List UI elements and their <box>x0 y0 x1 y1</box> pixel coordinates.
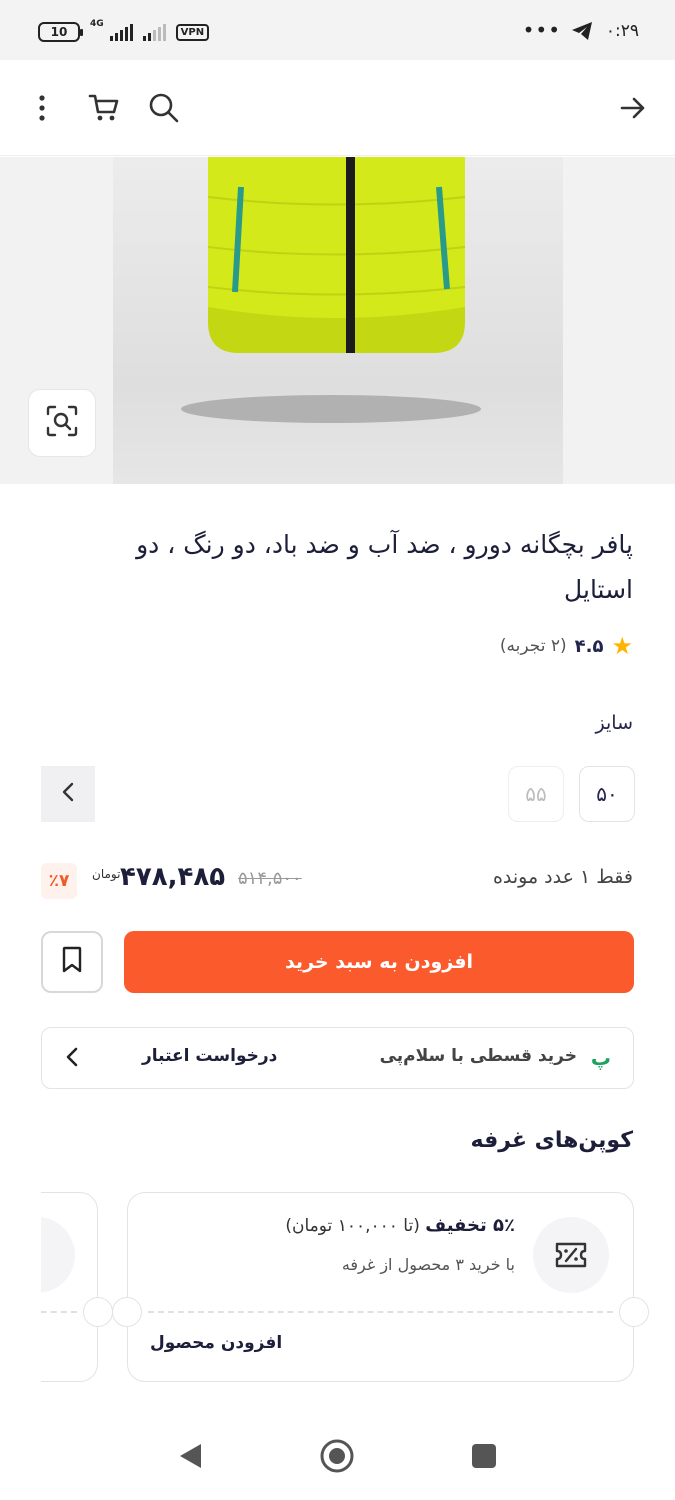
product-title: پافر بچگانه دورو ، ضد آب و ضد باد، دو رن… <box>136 530 633 604</box>
coupon-limit: (تا ۱۰۰,۰۰۰ تومان) <box>285 1216 420 1236</box>
coupon-notch-left <box>112 1297 142 1327</box>
coupons-section-title: کوپن‌های غرفه <box>470 1128 633 1153</box>
search-icon[interactable] <box>146 90 182 126</box>
coupon-card[interactable]: ۵٪ تخفیف (تا ۱۰۰,۰۰۰ تومان) با خرید ۳ مح… <box>112 1192 649 1387</box>
nav-recents-button[interactable] <box>466 1438 502 1474</box>
more-vertical-icon[interactable] <box>24 90 60 126</box>
status-bar: 10 4G VPN ••• ۰:۲۹ <box>0 0 675 60</box>
coupon-notch-right <box>619 1297 649 1327</box>
signal-icon <box>109 23 133 41</box>
chevron-left-icon <box>66 1046 78 1072</box>
back-arrow-icon[interactable] <box>615 90 651 126</box>
bookmark-icon <box>61 946 83 978</box>
old-price: ۵۱۴,۵۰۰ <box>238 868 302 889</box>
nav-back-button[interactable] <box>172 1438 208 1474</box>
carousel-edge <box>0 1180 41 1400</box>
cart-icon[interactable] <box>86 90 122 126</box>
currency-label: تومان <box>92 867 121 881</box>
status-left-icons: 10 4G VPN <box>38 19 210 42</box>
installment-credit-row[interactable]: پ خرید قسطی با سلام‌پی درخواست اعتبار <box>41 1027 634 1089</box>
salampay-logo-icon: پ <box>590 1046 611 1070</box>
coupon-notch <box>83 1297 113 1327</box>
visual-search-button[interactable] <box>28 389 96 457</box>
network-type: 4G <box>90 19 104 29</box>
bookmark-button[interactable] <box>41 931 103 993</box>
star-icon: ★ <box>611 632 633 660</box>
discount-ticket-icon <box>533 1217 609 1293</box>
stock-text: فقط ۱ عدد مونده <box>492 866 633 888</box>
rating-row[interactable]: ★ ۴.۵ (۲ تجربه) <box>500 632 633 660</box>
product-image-gallery[interactable] <box>0 157 675 484</box>
coupon-divider <box>148 1311 613 1313</box>
sizes-scroll-button[interactable] <box>41 766 95 822</box>
credit-request-link[interactable]: درخواست اعتبار <box>142 1046 277 1066</box>
notification-dots: ••• <box>522 18 561 42</box>
rating-value: ۴.۵ <box>574 635 604 657</box>
installment-label: خرید قسطی با سلام‌پی <box>379 1046 577 1066</box>
coupon-title: ۵٪ تخفیف (تا ۱۰۰,۰۰۰ تومان) <box>285 1215 515 1236</box>
coupon-condition: با خرید ۳ محصول از غرفه <box>341 1255 515 1274</box>
discount-badge: ٪۷ <box>41 863 77 899</box>
system-nav-bar <box>0 1410 675 1500</box>
rating-count: (۲ تجربه) <box>499 636 567 656</box>
size-option-50[interactable]: ۵۰ <box>579 766 635 822</box>
clock: ۰:۲۹ <box>605 21 639 41</box>
image-search-icon <box>46 405 78 441</box>
chevron-left-icon <box>62 782 74 806</box>
coupon-add-product-button[interactable]: افزودن محصول <box>150 1333 282 1353</box>
size-option-55[interactable]: ۵۵ <box>508 766 564 822</box>
price: ۴۷۸,۴۸۵ <box>120 862 226 892</box>
nav-home-button[interactable] <box>319 1438 355 1474</box>
app-bar <box>0 60 675 156</box>
signal-secondary-icon <box>142 23 166 41</box>
vpn-badge: VPN <box>175 23 210 41</box>
coupon-shadow <box>138 1379 623 1387</box>
coupon-discount: ۵٪ تخفیف <box>425 1215 515 1236</box>
product-photo <box>113 157 563 484</box>
telegram-icon <box>571 21 593 45</box>
add-to-cart-button[interactable]: افزودن به سبد خرید <box>124 931 634 993</box>
size-label: سایز <box>595 712 633 734</box>
battery-icon: 10 <box>38 22 83 42</box>
